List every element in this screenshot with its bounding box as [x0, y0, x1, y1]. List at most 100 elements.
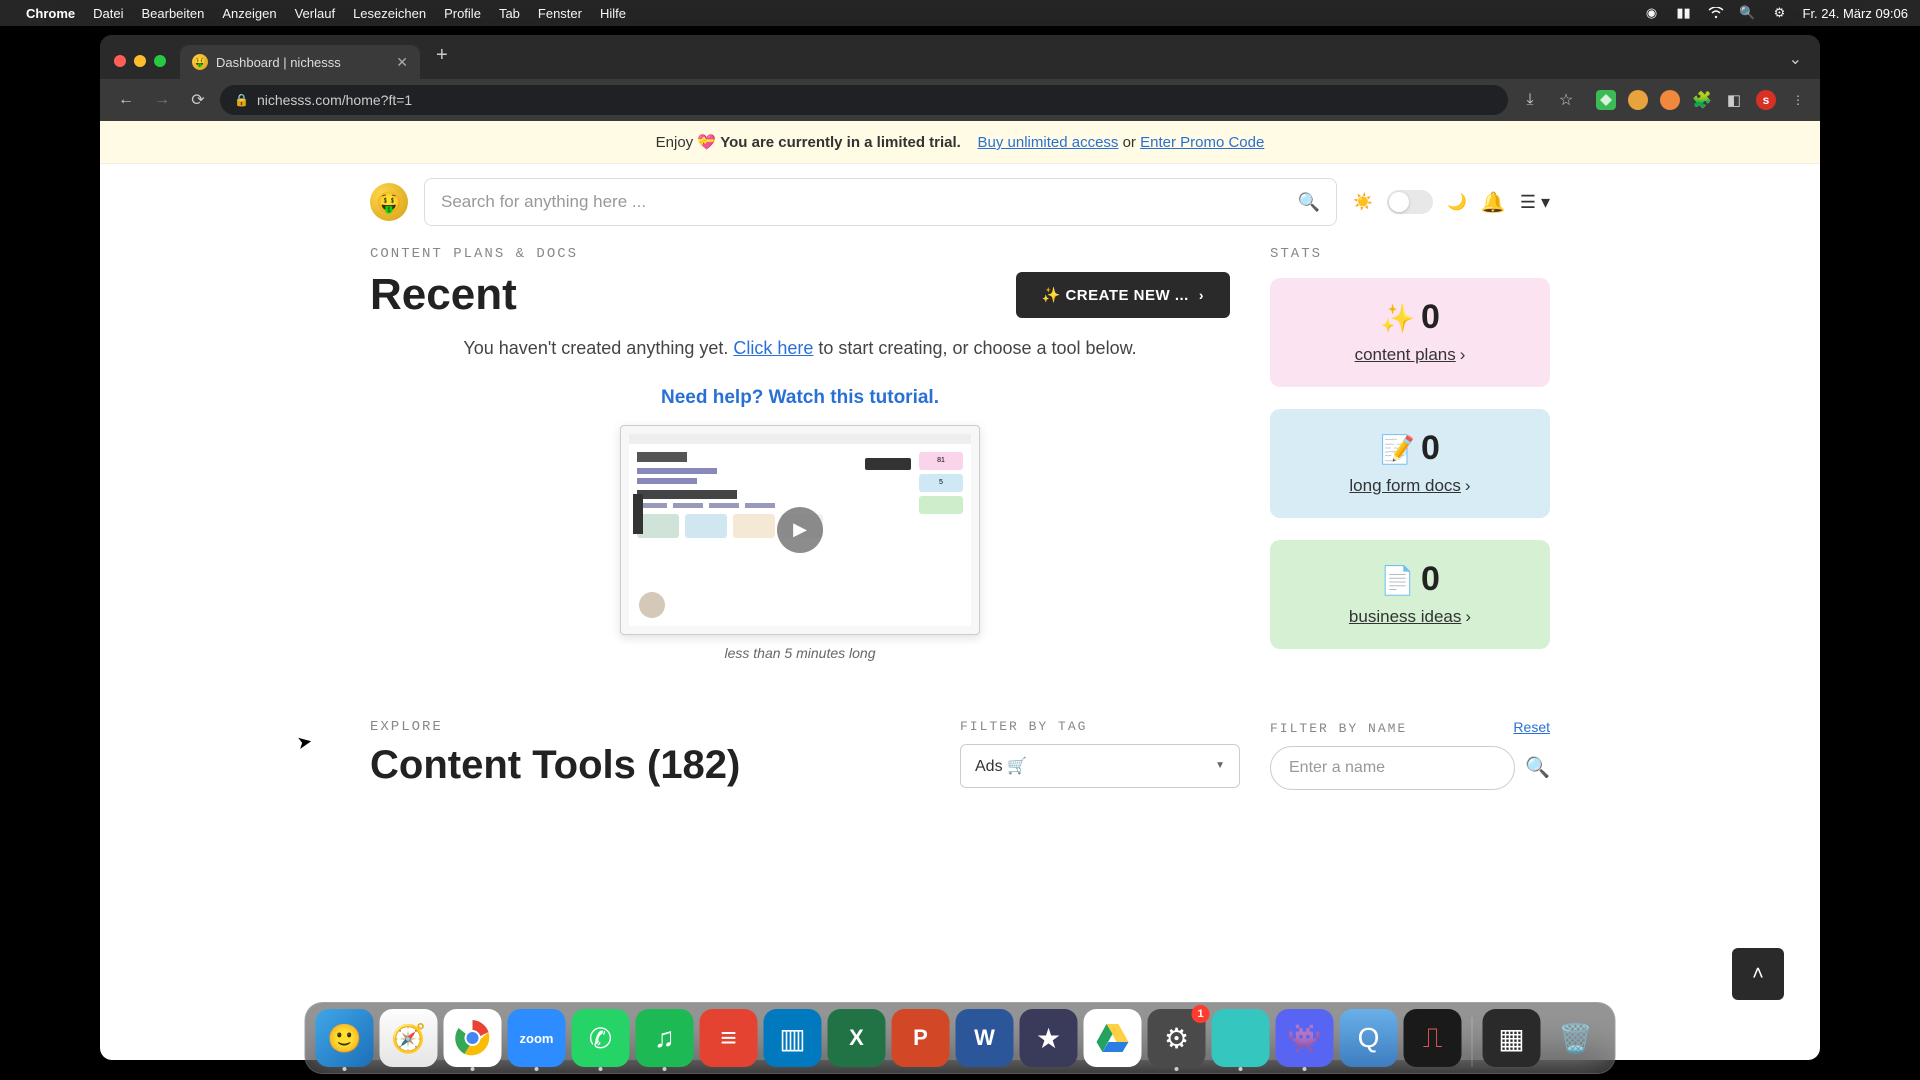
- click-here-link[interactable]: Click here: [733, 338, 813, 358]
- search-input[interactable]: Search for anything here ... 🔍: [424, 178, 1337, 226]
- tutorial-video-thumbnail[interactable]: 81 5 ▶: [620, 425, 980, 635]
- menu-profile[interactable]: Profile: [444, 6, 481, 21]
- profile-avatar[interactable]: s: [1756, 90, 1776, 110]
- dock-excel[interactable]: X: [828, 1009, 886, 1067]
- tab-strip: 🤑 Dashboard | nichesss ✕ + ⌄: [100, 35, 1820, 79]
- reload-button[interactable]: ⟳: [184, 86, 212, 114]
- forward-button[interactable]: →: [148, 86, 176, 114]
- menu-datei[interactable]: Datei: [93, 6, 123, 21]
- macos-dock: 🙂 🧭 zoom ✆ ♫ ≡ ▥ X P W ★ ⚙1 👾 Q ⎍ ▦ 🗑️: [305, 1002, 1616, 1074]
- chevron-right-icon: ›: [1199, 287, 1204, 303]
- dock-gdrive[interactable]: [1084, 1009, 1142, 1067]
- dock-trash[interactable]: 🗑️: [1547, 1009, 1605, 1067]
- spotlight-icon[interactable]: 🔍: [1739, 4, 1757, 22]
- top-icons: ☀️ 🌙 🔔 ☰ ▾: [1353, 190, 1550, 215]
- extension-1-icon[interactable]: [1596, 90, 1616, 110]
- menubar-app-name[interactable]: Chrome: [26, 6, 75, 21]
- dock-app-teal[interactable]: [1212, 1009, 1270, 1067]
- wifi-icon[interactable]: [1707, 4, 1725, 22]
- extension-icons: 🧩 ◧ s ⋮: [1596, 90, 1808, 110]
- dock-settings[interactable]: ⚙1: [1148, 1009, 1206, 1067]
- menu-tab[interactable]: Tab: [499, 6, 520, 21]
- dock-trello[interactable]: ▥: [764, 1009, 822, 1067]
- menu-bearbeiten[interactable]: Bearbeiten: [141, 6, 204, 21]
- banner-prefix: Enjoy: [656, 134, 698, 151]
- extensions-menu-icon[interactable]: 🧩: [1692, 90, 1712, 110]
- dock-todoist[interactable]: ≡: [700, 1009, 758, 1067]
- search-icon[interactable]: 🔍: [1298, 192, 1320, 213]
- macos-menubar: Chrome Datei Bearbeiten Anzeigen Verlauf…: [0, 0, 1920, 26]
- section-label: CONTENT PLANS & DOCS: [370, 246, 1230, 262]
- install-app-icon[interactable]: ⤓: [1516, 86, 1544, 114]
- dock-finder[interactable]: 🙂: [316, 1009, 374, 1067]
- site-logo[interactable]: 🤑: [370, 183, 408, 221]
- new-tab-button[interactable]: +: [428, 40, 456, 71]
- stat-link-label: business ideas: [1349, 607, 1461, 626]
- name-search-icon[interactable]: 🔍: [1525, 755, 1550, 780]
- stats-label: STATS: [1270, 246, 1550, 262]
- settings-badge: 1: [1192, 1005, 1210, 1023]
- dock-imovie[interactable]: ★: [1020, 1009, 1078, 1067]
- tab-close-icon[interactable]: ✕: [396, 54, 408, 71]
- menubar-datetime[interactable]: Fr. 24. März 09:06: [1803, 6, 1909, 21]
- extension-3-icon[interactable]: [1660, 90, 1680, 110]
- reset-link[interactable]: Reset: [1513, 719, 1550, 735]
- side-panel-icon[interactable]: ◧: [1724, 90, 1744, 110]
- back-button[interactable]: ←: [112, 86, 140, 114]
- notifications-icon[interactable]: 🔔: [1481, 190, 1506, 215]
- extension-2-icon[interactable]: [1628, 90, 1648, 110]
- tag-filter-select[interactable]: Ads 🛒 ▼: [960, 744, 1240, 788]
- bookmark-star-icon[interactable]: ☆: [1552, 86, 1580, 114]
- dock-zoom[interactable]: zoom: [508, 1009, 566, 1067]
- top-row: 🤑 Search for anything here ... 🔍 ☀️ 🌙 🔔 …: [370, 164, 1550, 240]
- moon-icon: 🌙: [1447, 192, 1467, 212]
- stat-card-long-form-docs[interactable]: 📝0 long form docs ›: [1270, 409, 1550, 518]
- battery-icon[interactable]: ▮▮: [1675, 4, 1693, 22]
- memo-icon: 📝: [1380, 434, 1415, 465]
- tab-favicon: 🤑: [192, 54, 208, 70]
- scroll-to-top-button[interactable]: ˄: [1732, 948, 1784, 1000]
- menu-hilfe[interactable]: Hilfe: [600, 6, 626, 21]
- caret-down-icon: ▼: [1215, 760, 1225, 771]
- sun-icon: ☀️: [1353, 192, 1373, 212]
- stat-value: 0: [1421, 429, 1440, 467]
- dock-quicktime[interactable]: Q: [1340, 1009, 1398, 1067]
- theme-toggle[interactable]: [1387, 190, 1433, 214]
- chrome-menu-icon[interactable]: ⋮: [1788, 90, 1808, 110]
- dock-spotify[interactable]: ♫: [636, 1009, 694, 1067]
- minimize-window-button[interactable]: [134, 55, 146, 67]
- chrome-window: 🤑 Dashboard | nichesss ✕ + ⌄ ← → ⟳ 🔒 nic…: [100, 35, 1820, 1060]
- record-icon[interactable]: ◉: [1643, 4, 1661, 22]
- promo-code-link[interactable]: Enter Promo Code: [1140, 134, 1264, 151]
- menu-anzeigen[interactable]: Anzeigen: [222, 6, 276, 21]
- chevron-right-icon: ›: [1465, 607, 1471, 627]
- control-center-icon[interactable]: ⚙: [1771, 4, 1789, 22]
- menu-fenster[interactable]: Fenster: [538, 6, 582, 21]
- stat-card-content-plans[interactable]: ✨0 content plans ›: [1270, 278, 1550, 387]
- browser-tab[interactable]: 🤑 Dashboard | nichesss ✕: [180, 45, 420, 79]
- dock-voice-memos[interactable]: ⎍: [1404, 1009, 1462, 1067]
- stat-link-label: content plans: [1355, 345, 1456, 364]
- maximize-window-button[interactable]: [154, 55, 166, 67]
- address-bar[interactable]: 🔒 nichesss.com/home?ft=1: [220, 85, 1508, 115]
- tabs-dropdown-icon[interactable]: ⌄: [1789, 49, 1802, 69]
- dock-whatsapp[interactable]: ✆: [572, 1009, 630, 1067]
- trial-banner: Enjoy 💝 You are currently in a limited t…: [100, 121, 1820, 164]
- name-filter-input[interactable]: Enter a name: [1270, 746, 1515, 790]
- dock-discord[interactable]: 👾: [1276, 1009, 1334, 1067]
- dock-recent-app[interactable]: ▦: [1483, 1009, 1541, 1067]
- close-window-button[interactable]: [114, 55, 126, 67]
- tutorial-link[interactable]: Need help? Watch this tutorial.: [370, 387, 1230, 409]
- tag-value: Ads 🛒: [975, 756, 1027, 776]
- create-new-button[interactable]: ✨ CREATE NEW ... ›: [1016, 272, 1230, 318]
- dock-word[interactable]: W: [956, 1009, 1014, 1067]
- menu-icon[interactable]: ☰ ▾: [1520, 192, 1550, 213]
- menu-lesezeichen[interactable]: Lesezeichen: [353, 6, 426, 21]
- menu-verlauf[interactable]: Verlauf: [295, 6, 335, 21]
- dock-chrome[interactable]: [444, 1009, 502, 1067]
- buy-access-link[interactable]: Buy unlimited access: [978, 134, 1119, 151]
- sparkles-icon: ✨: [1380, 303, 1415, 334]
- dock-safari[interactable]: 🧭: [380, 1009, 438, 1067]
- stat-card-business-ideas[interactable]: 📄0 business ideas ›: [1270, 540, 1550, 649]
- dock-powerpoint[interactable]: P: [892, 1009, 950, 1067]
